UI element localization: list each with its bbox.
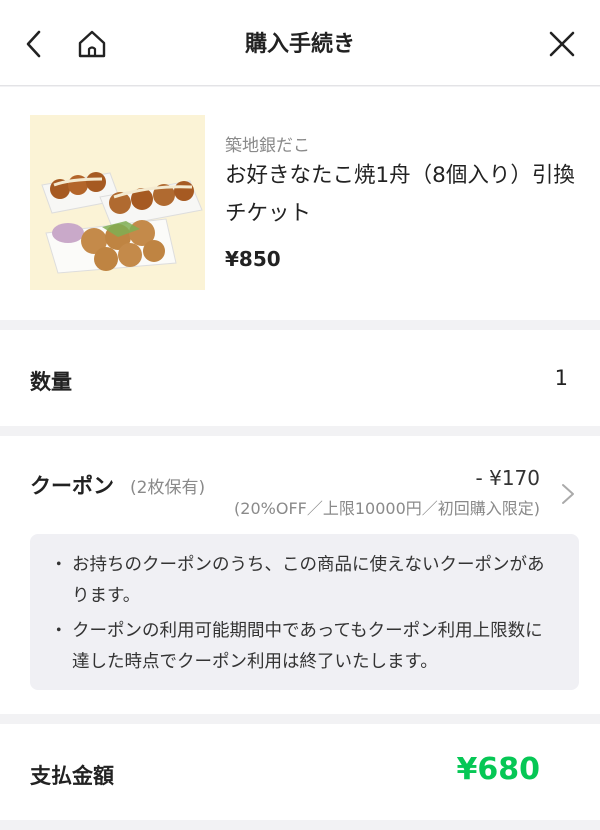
takoyaki-photo (41, 172, 203, 274)
payment-row: 支払金額 ¥680 (0, 724, 600, 820)
coupon-note: お持ちのクーポンのうち、この商品に使えないクーポンがあります。 (50, 550, 559, 612)
shop-name: 築地銀だこ (225, 136, 310, 156)
product-price: ¥850 (225, 247, 281, 271)
payment-amount: ¥680 (456, 752, 541, 787)
close-icon (549, 31, 575, 57)
product-card: 築地銀だこ お好きなたこ焼1舟（8個入り）引換チケット ¥850 (0, 87, 600, 320)
chevron-right-icon[interactable] (560, 482, 576, 506)
coupon-note: クーポンの利用可能期間中であってもクーポン利用上限数に達した時点でクーポン利用は… (50, 616, 559, 678)
quantity-value: 1 (554, 366, 568, 390)
coupon-section[interactable]: クーポン (2枚保有) - ¥170 (20%OFF／上限10000円／初回購入… (0, 436, 600, 714)
coupon-conditions: (20%OFF／上限10000円／初回購入限定) (234, 499, 540, 518)
quantity-row: 数量 1 (0, 330, 600, 426)
product-name: お好きなたこ焼1舟（8個入り）引換チケット (225, 163, 575, 226)
coupon-notes-box: お持ちのクーポンのうち、この商品に使えないクーポンがあります。 クーポンの利用可… (30, 534, 579, 690)
product-image (30, 115, 205, 290)
quantity-label: 数量 (30, 370, 72, 394)
page-title: 購入手続き (244, 32, 355, 57)
header-bar: 購入手続き (0, 0, 600, 86)
close-button[interactable] (542, 22, 582, 66)
payment-label: 支払金額 (30, 764, 114, 788)
coupon-discount: - ¥170 (475, 466, 540, 490)
coupon-count: (2枚保有) (130, 478, 206, 498)
coupon-label: クーポン (30, 474, 114, 498)
